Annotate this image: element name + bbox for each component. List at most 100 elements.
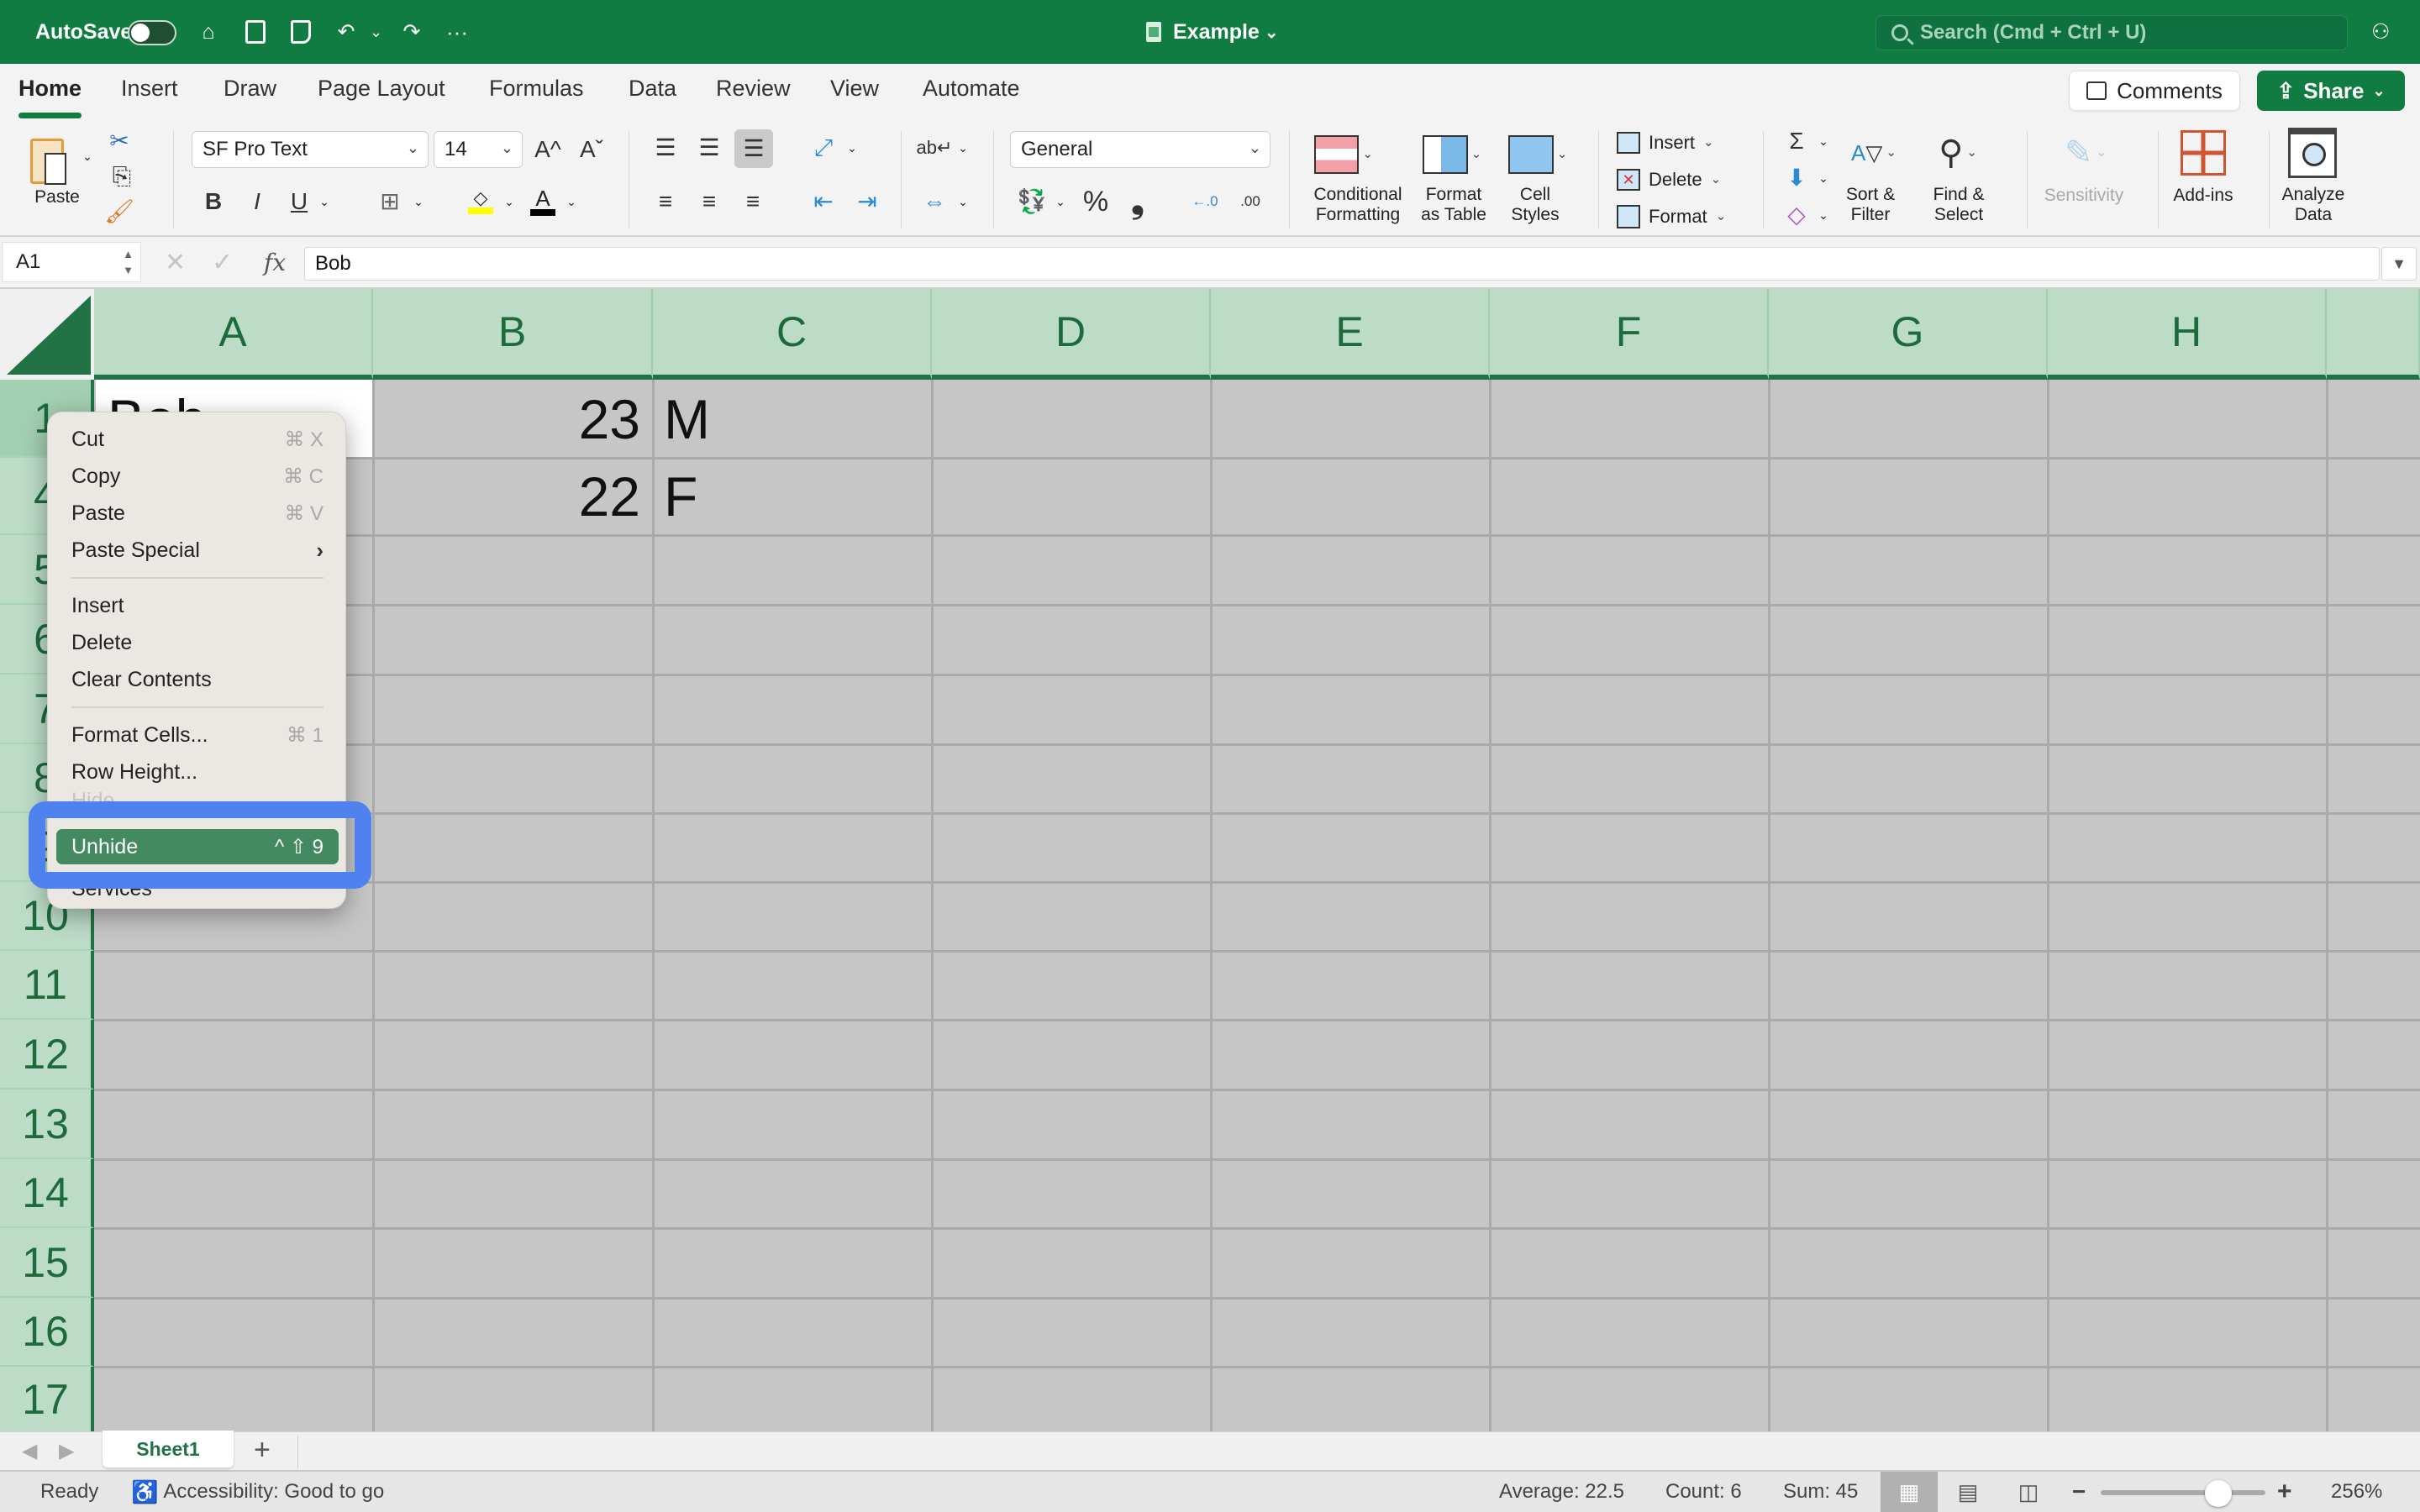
menu-item-format-cells[interactable]: Format Cells... ⌘ 1 — [71, 718, 324, 752]
increase-decimal-icon[interactable]: ←.0 — [1186, 183, 1223, 220]
menu-item-clear-contents[interactable]: Clear Contents — [71, 663, 324, 696]
column-header-i[interactable] — [2327, 289, 2420, 380]
sort-filter-icon[interactable]: A ▽ ⌄ — [1842, 129, 1906, 176]
menu-item-row-height[interactable]: Row Height... — [71, 755, 324, 789]
bold-button[interactable]: B — [198, 183, 229, 220]
addins-icon[interactable] — [2176, 128, 2230, 178]
underline-button[interactable]: U — [284, 183, 314, 220]
menu-item-cut[interactable]: Cut ⌘ X — [71, 423, 324, 456]
row-header-16[interactable]: 16 — [0, 1298, 94, 1367]
normal-view-button[interactable]: ▦ — [1881, 1472, 1938, 1512]
document-title[interactable]: Example ⌄ — [1146, 0, 1279, 64]
conditional-formatting-icon[interactable]: ⌄ — [1314, 128, 1373, 181]
paste-dropdown-icon[interactable]: ⌄ — [79, 148, 96, 165]
font-size-select[interactable]: 14 ⌄ — [434, 131, 523, 168]
row-header-17[interactable]: 17 — [0, 1367, 94, 1431]
accessibility-status[interactable]: ♿ Accessibility: Good to go — [131, 1472, 384, 1512]
align-top-icon[interactable]: ☰ — [650, 129, 681, 166]
zoom-in-button[interactable]: + — [2277, 1472, 2292, 1512]
menu-item-insert[interactable]: Insert — [71, 589, 324, 622]
comma-style-button[interactable]: ❟ — [1123, 183, 1153, 220]
column-header-h[interactable]: H — [2048, 289, 2327, 380]
name-box-stepper[interactable]: ▲ ▼ — [123, 246, 134, 278]
more-icon[interactable]: ··· — [440, 0, 474, 64]
tab-data[interactable]: Data — [629, 76, 676, 102]
undo-dropdown-icon[interactable]: ⌄ — [370, 0, 382, 64]
insert-function-icon[interactable]: fx — [264, 242, 286, 282]
addins-button[interactable]: Add-ins — [2165, 183, 2242, 208]
wrap-text-dropdown-icon[interactable]: ⌄ — [955, 139, 971, 156]
align-middle-icon[interactable]: ☰ — [694, 129, 724, 166]
increase-indent-icon[interactable]: ⇥ — [852, 183, 882, 220]
fill-color-dropdown-icon[interactable]: ⌄ — [501, 193, 518, 210]
add-sheet-button[interactable]: + — [254, 1434, 271, 1467]
tab-automate[interactable]: Automate — [923, 76, 1020, 102]
cell-styles-icon[interactable]: ⌄ — [1502, 128, 1573, 181]
undo-icon[interactable]: ↶ — [329, 0, 363, 64]
column-header-c[interactable]: C — [653, 289, 932, 380]
orientation-dropdown-icon[interactable]: ⌄ — [844, 139, 860, 156]
tab-page-layout[interactable]: Page Layout — [318, 76, 445, 102]
zoom-out-button[interactable]: − — [2072, 1472, 2086, 1512]
copy-icon[interactable]: ⎘ — [101, 160, 143, 193]
tab-home[interactable]: Home — [18, 76, 82, 118]
find-select-icon[interactable]: ⚲ ⌄ — [1924, 129, 1991, 176]
expand-formula-bar-icon[interactable]: ▼ — [2381, 247, 2417, 281]
row-header-12[interactable]: 12 — [0, 1020, 94, 1089]
menu-item-delete[interactable]: Delete — [71, 626, 324, 659]
merge-center-icon[interactable]: ⇔ — [918, 183, 951, 220]
cancel-edit-icon[interactable]: ✕ — [165, 242, 186, 282]
formula-input[interactable]: Bob — [304, 247, 2380, 281]
redo-icon[interactable]: ↷ — [395, 0, 429, 64]
number-format-select[interactable]: General ⌄ — [1010, 131, 1270, 168]
previous-sheet-icon[interactable]: ◀ — [22, 1439, 37, 1463]
tab-formulas[interactable]: Formulas — [489, 76, 584, 102]
tab-insert[interactable]: Insert — [121, 76, 178, 102]
analyze-data-button[interactable]: Analyze Data — [2275, 183, 2351, 227]
increase-font-size-icon[interactable]: A^ — [529, 131, 566, 168]
column-header-e[interactable]: E — [1211, 289, 1490, 380]
wrap-text-icon[interactable]: ab↵ — [917, 129, 953, 166]
select-all-button[interactable] — [0, 289, 94, 380]
sort-filter-button[interactable]: Sort & Filter — [1835, 183, 1906, 227]
name-box[interactable]: A1 ▲ ▼ — [2, 242, 141, 282]
merge-dropdown-icon[interactable]: ⌄ — [955, 193, 971, 210]
cell-c1[interactable]: M — [664, 380, 916, 458]
align-center-icon[interactable]: ≡ — [694, 183, 724, 220]
column-header-f[interactable]: F — [1490, 289, 1769, 380]
column-header-b[interactable]: B — [373, 289, 653, 380]
borders-dropdown-icon[interactable]: ⌄ — [410, 193, 427, 210]
comments-button[interactable]: Comments — [2069, 71, 2240, 111]
italic-button[interactable]: I — [242, 183, 272, 220]
next-sheet-icon[interactable]: ▶ — [59, 1439, 74, 1463]
font-name-select[interactable]: SF Pro Text ⌄ — [192, 131, 429, 168]
decrease-decimal-icon[interactable]: .00 — [1232, 183, 1269, 220]
orientation-icon[interactable]: ⤢ — [807, 129, 840, 166]
column-header-d[interactable]: D — [932, 289, 1211, 380]
format-as-table-icon[interactable]: ⌄ — [1417, 128, 1487, 181]
decrease-indent-icon[interactable]: ⇤ — [808, 183, 839, 220]
cell-styles-button[interactable]: Cell Styles — [1506, 183, 1565, 227]
fill-dropdown-icon[interactable]: ⌄ — [1815, 170, 1832, 186]
insert-cells-button[interactable]: Insert ⌄ — [1617, 126, 1714, 160]
delete-cells-button[interactable]: ✕ Delete ⌄ — [1617, 163, 1721, 197]
menu-item-copy[interactable]: Copy ⌘ C — [71, 459, 324, 493]
analyze-data-icon[interactable] — [2286, 126, 2339, 180]
autosum-dropdown-icon[interactable]: ⌄ — [1815, 133, 1832, 150]
page-break-view-button[interactable]: ◫ — [2000, 1472, 2057, 1512]
row-header-13[interactable]: 13 — [0, 1089, 94, 1159]
row-header-14[interactable]: 14 — [0, 1159, 94, 1228]
tab-review[interactable]: Review — [716, 76, 791, 102]
sheet-tab-sheet1[interactable]: Sheet1 — [103, 1431, 234, 1467]
row-header-15[interactable]: 15 — [0, 1228, 94, 1298]
share-button[interactable]: ⇪ Share ⌄ — [2257, 71, 2405, 111]
percent-style-button[interactable]: % — [1079, 183, 1113, 220]
conditional-formatting-button[interactable]: Conditional Formatting — [1301, 183, 1415, 227]
font-color-icon[interactable]: A — [526, 183, 560, 220]
fill-color-icon[interactable]: ◇ — [464, 183, 497, 220]
cell-b4[interactable]: 22 — [375, 458, 640, 535]
underline-dropdown-icon[interactable]: ⌄ — [316, 193, 333, 210]
row-header-11[interactable]: 11 — [0, 951, 94, 1020]
confirm-edit-icon[interactable]: ✓ — [212, 242, 233, 282]
autosave-toggle[interactable] — [128, 20, 176, 45]
